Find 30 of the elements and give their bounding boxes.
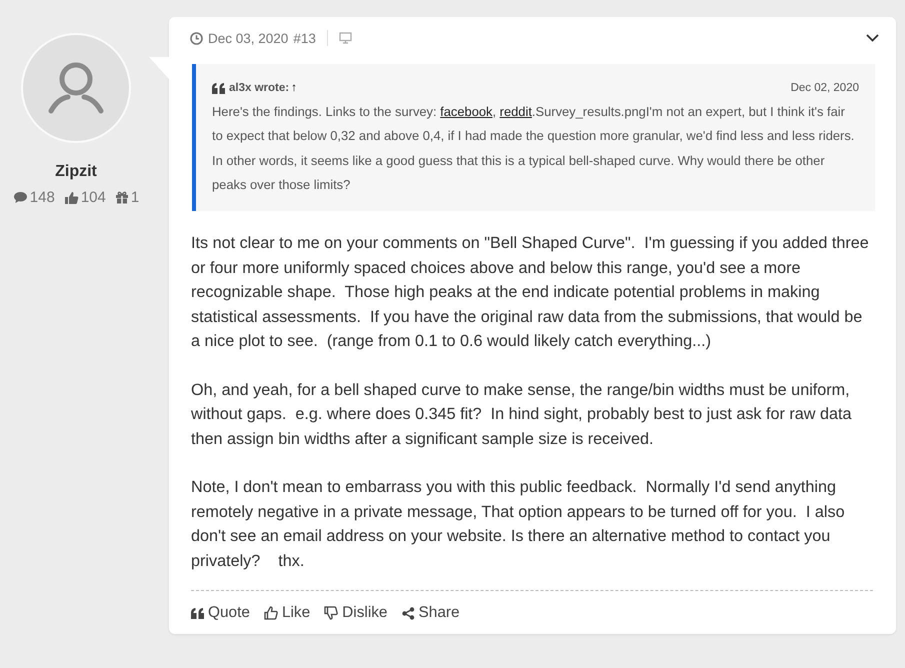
jump-arrow-link[interactable]: ↑ — [291, 82, 297, 94]
quote-date: Dec 02, 2020 — [790, 82, 859, 94]
gift-icon — [114, 191, 129, 204]
quote-button[interactable]: Quote — [191, 604, 250, 622]
thumbs-up-icon — [264, 606, 278, 620]
share-icon — [402, 606, 414, 620]
username[interactable]: Zipzit — [55, 163, 97, 181]
post-date: Dec 03, 2020 — [208, 30, 288, 46]
thumbs-up-icon — [64, 190, 79, 204]
stat-count: 1 — [130, 189, 140, 206]
quote-icon — [191, 608, 204, 619]
dislike-button[interactable]: Dislike — [324, 604, 388, 622]
quote-text: Here's the findings. Links to the survey: facebook, reddit.Survey_results.pngI'm not an expert, but I think it's fair to expect that below 0,32 and above 0,4, if I had made the question more granular, we'd find less and less riders. In other words, it seems like a good guess that this is a typical bell-shaped curve. Why would there be other peaks over those limits? — [212, 103, 856, 194]
speech-bubble-icon — [12, 191, 28, 204]
chevron-down-icon[interactable] — [866, 34, 879, 42]
like-button[interactable]: Like — [264, 604, 310, 622]
clock-icon — [190, 32, 203, 44]
link[interactable]: reddit — [500, 104, 532, 119]
post-paragraph: Note, I don't mean to embarrass you with this public feedback. Normally I'd send anything remotely negative in a private message, That option appears to be turned off for you. I also don't see an email address on your website. Is there an alternative method to contact you privately? thx. — [191, 477, 846, 572]
post-paragraph: Oh, and yeah, for a bell shaped curve to make sense, the range/bin widths must be uniform, without gaps. e.g. where does 0.345 fit? In hind sight, probably best to just ask for raw data then assign bin widths after a significant sample size is received. — [191, 380, 852, 450]
monitor-icon — [338, 32, 352, 44]
post-paragraph: Its not clear to me on your comments on "Bell Shaped Curve". I'm guessing if you added three or four more uniformly spaced choices above and below this range, you'd see a more recognizable shape. Those high peaks at the end indicate potential problems in making statistical assessments. If you have the original raw data from the submissions, that would be a nice plot to see. (range from 0.1 to 0.6 would likely catch everything...) — [191, 233, 870, 352]
quote-author: al3x wrote: — [229, 82, 290, 94]
stat-count: 148 — [30, 189, 55, 206]
post-number[interactable]: #13 — [293, 30, 316, 46]
stat-count: 104 — [80, 189, 106, 206]
link[interactable]: facebook — [440, 104, 492, 119]
thumbs-down-icon — [324, 606, 338, 620]
share-button[interactable]: Share — [402, 604, 460, 622]
quote-icon — [212, 82, 225, 94]
